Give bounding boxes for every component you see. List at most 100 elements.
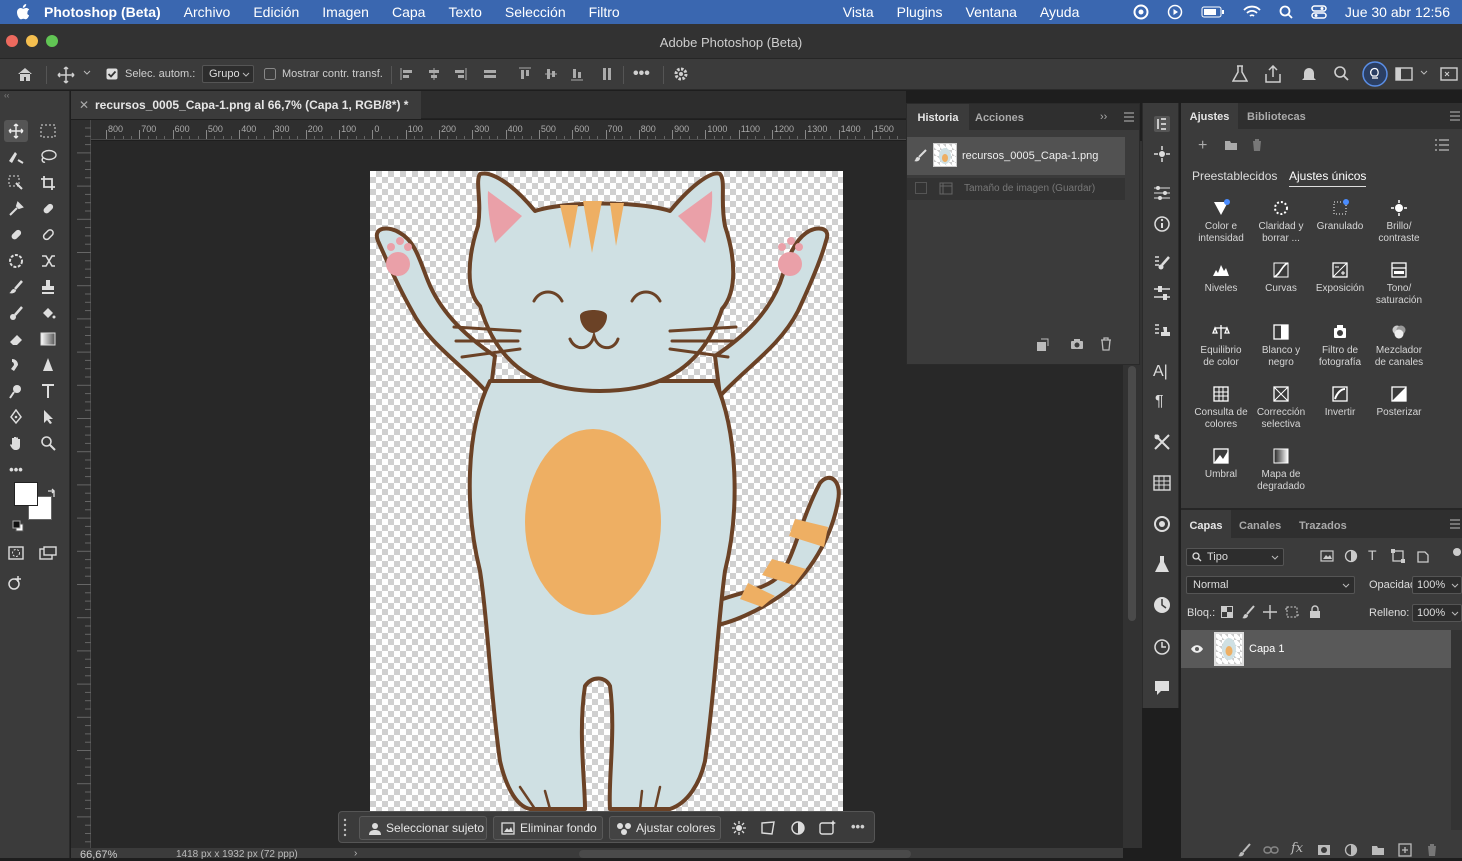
gradient-tool[interactable] bbox=[36, 328, 60, 350]
pen-tool[interactable] bbox=[4, 406, 28, 428]
layer-filter-dropdown[interactable]: Tipo bbox=[1186, 548, 1284, 566]
zoom-tool[interactable] bbox=[36, 432, 60, 454]
path-selection-tool[interactable] bbox=[36, 406, 60, 428]
adjustment-selective-color[interactable]: Corrección selectiva bbox=[1251, 385, 1311, 431]
navigator-panel-icon[interactable] bbox=[1153, 596, 1171, 614]
tab-canales[interactable]: Canales bbox=[1239, 510, 1281, 536]
folder-icon[interactable] bbox=[1224, 139, 1238, 151]
new-document-from-state-icon[interactable] bbox=[1035, 338, 1049, 352]
clone-source-icon[interactable] bbox=[1153, 323, 1171, 341]
document-tab[interactable]: ✕ recursos_0005_Capa-1.png al 66,7% (Cap… bbox=[71, 91, 421, 119]
foreground-color-swatch[interactable] bbox=[14, 482, 38, 506]
gear-icon[interactable] bbox=[673, 66, 689, 82]
history-panel-icon[interactable] bbox=[1153, 115, 1171, 133]
add-adjustment-icon[interactable]: + bbox=[1198, 137, 1207, 155]
link-layers-icon[interactable] bbox=[1263, 845, 1279, 855]
adjustment-levels[interactable]: Niveles bbox=[1191, 261, 1251, 295]
tab-historia[interactable]: Historia bbox=[907, 104, 969, 130]
control-center-icon[interactable] bbox=[1311, 5, 1327, 19]
filter-adjustment-icon[interactable] bbox=[1344, 549, 1358, 563]
more-tools-icon[interactable]: ••• bbox=[4, 458, 28, 480]
adjustment-photo-filter[interactable]: Filtro de fotografía bbox=[1310, 323, 1370, 369]
presets-subtab[interactable]: Preestablecidos bbox=[1192, 169, 1277, 183]
lock-all-icon[interactable] bbox=[1309, 605, 1321, 619]
lock-position-icon[interactable] bbox=[1263, 605, 1277, 619]
list-view-icon[interactable] bbox=[1435, 139, 1449, 151]
remove-background-button[interactable]: Eliminar fondo bbox=[493, 816, 603, 840]
crop-tool[interactable] bbox=[36, 172, 60, 194]
more-options-icon[interactable]: ••• bbox=[633, 65, 650, 83]
swap-colors-icon[interactable] bbox=[46, 488, 58, 500]
filter-toggle-icon[interactable] bbox=[1449, 548, 1461, 562]
flask-icon[interactable] bbox=[1232, 65, 1248, 83]
tab-ajustes[interactable]: Ajustes bbox=[1181, 103, 1238, 129]
battery-icon[interactable] bbox=[1201, 5, 1225, 19]
align-right-icon[interactable] bbox=[453, 67, 467, 81]
align-top-icon[interactable] bbox=[518, 67, 532, 81]
patch-tool[interactable] bbox=[36, 224, 60, 246]
tool-presets-icon[interactable] bbox=[1153, 433, 1171, 451]
auto-select-dropdown[interactable]: Grupo bbox=[202, 65, 254, 83]
fill-input[interactable]: 100% bbox=[1412, 604, 1462, 622]
single-adjustments-subtab[interactable]: Ajustes únicos bbox=[1289, 169, 1367, 187]
layer-name[interactable]: Capa 1 bbox=[1249, 643, 1284, 655]
eyedropper-tool[interactable] bbox=[4, 198, 28, 220]
creative-cloud-icon[interactable] bbox=[1133, 4, 1149, 20]
share-icon[interactable] bbox=[1264, 65, 1282, 83]
adjustment-hue-saturation[interactable]: Tono/saturación bbox=[1369, 261, 1429, 307]
adjustment-grain[interactable]: Granulado bbox=[1310, 199, 1370, 233]
align-bottom-icon[interactable] bbox=[570, 67, 584, 81]
new-group-folder-icon[interactable] bbox=[1371, 844, 1385, 856]
brushes-panel-icon[interactable] bbox=[1153, 285, 1171, 301]
add-mask-icon[interactable] bbox=[1317, 844, 1331, 856]
lock-image-pixels-icon[interactable] bbox=[1242, 605, 1256, 619]
workspace-chevron-icon[interactable] bbox=[1420, 69, 1428, 77]
eraser-tool[interactable] bbox=[4, 328, 28, 350]
dodge-tool[interactable] bbox=[36, 354, 60, 376]
notifications-bell-icon[interactable] bbox=[1301, 65, 1317, 83]
tab-capas[interactable]: Capas bbox=[1181, 510, 1231, 538]
auto-enhance-icon[interactable] bbox=[731, 820, 747, 836]
drag-handle-icon[interactable] bbox=[343, 818, 347, 838]
new-adjustment-layer-icon[interactable] bbox=[1344, 843, 1358, 857]
mask-icon[interactable] bbox=[790, 820, 806, 836]
menu-seleccion[interactable]: Selección bbox=[505, 4, 566, 20]
home-icon[interactable] bbox=[16, 66, 34, 82]
menu-imagen[interactable]: Imagen bbox=[322, 4, 369, 20]
play-icon[interactable] bbox=[1167, 4, 1183, 20]
context-more-icon[interactable]: ••• bbox=[851, 819, 865, 834]
status-chevron-icon[interactable]: › bbox=[354, 848, 357, 859]
default-colors-icon[interactable] bbox=[12, 520, 24, 532]
distribute-v-icon[interactable] bbox=[600, 67, 614, 81]
apple-icon[interactable] bbox=[16, 4, 30, 20]
layers-scrollbar[interactable] bbox=[1451, 630, 1462, 830]
adjustment-curves[interactable]: Curvas bbox=[1251, 261, 1311, 295]
select-subject-button[interactable]: Seleccionar sujeto bbox=[359, 816, 487, 840]
character-panel-icon[interactable]: A| bbox=[1153, 363, 1168, 381]
align-middle-v-icon[interactable] bbox=[544, 67, 558, 81]
adjustment-color-balance[interactable]: Equilibrio de color bbox=[1191, 323, 1251, 369]
tab-trazados[interactable]: Trazados bbox=[1299, 510, 1347, 536]
filter-smart-object-icon[interactable] bbox=[1416, 549, 1430, 563]
marquee-tool[interactable] bbox=[36, 120, 60, 142]
adjustment-channel-mixer[interactable]: Mezclador de canales bbox=[1369, 323, 1429, 369]
swatches-panel-icon[interactable] bbox=[1153, 475, 1171, 491]
delete-adjustment-trash-icon[interactable] bbox=[1251, 138, 1263, 152]
actions-panel-icon[interactable] bbox=[1153, 145, 1171, 163]
auto-select-checkbox[interactable] bbox=[106, 68, 118, 80]
smudge-tool[interactable] bbox=[4, 354, 28, 376]
menu-capa[interactable]: Capa bbox=[392, 4, 425, 20]
camera-snapshot-icon[interactable] bbox=[1070, 338, 1084, 350]
menu-vista[interactable]: Vista bbox=[843, 4, 874, 20]
menu-ventana[interactable]: Ventana bbox=[966, 4, 1017, 20]
color-panel-icon[interactable] bbox=[1153, 515, 1171, 533]
hand-tool[interactable] bbox=[4, 432, 28, 454]
layers-menu-icon[interactable] bbox=[1450, 519, 1460, 529]
adjustments-menu-icon[interactable] bbox=[1450, 111, 1460, 121]
new-layer-icon[interactable] bbox=[1398, 843, 1412, 857]
comments-icon[interactable] bbox=[1153, 679, 1171, 697]
wifi-icon[interactable] bbox=[1243, 5, 1261, 19]
filter-shape-icon[interactable] bbox=[1391, 549, 1405, 563]
show-transform-checkbox[interactable] bbox=[264, 68, 276, 80]
generative-fill-icon[interactable] bbox=[819, 819, 837, 837]
